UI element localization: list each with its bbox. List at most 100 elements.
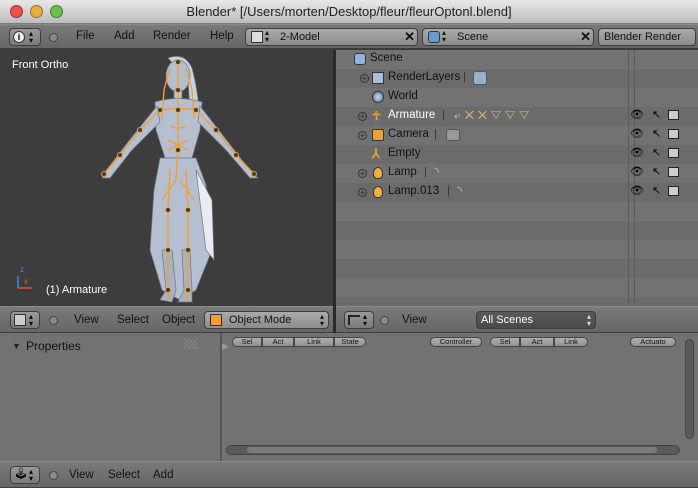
camera-data-icon[interactable] — [446, 129, 460, 141]
window-title-bar: Blender* [/Users/morten/Desktop/fleur/fl… — [0, 0, 698, 24]
axis-x-label: x — [24, 277, 28, 286]
lamp-data-icon[interactable]: ◝ — [457, 183, 462, 199]
collapse-menu-icon[interactable] — [49, 471, 58, 480]
sensor-sel-button[interactable]: Sel — [232, 337, 262, 347]
lamp-data-icon[interactable]: ◝ — [434, 164, 439, 180]
panel-title: Properties — [26, 339, 81, 353]
outliner-row-renderlayers[interactable]: + RenderLayers | — [336, 69, 698, 88]
menu-view[interactable]: View — [402, 309, 427, 331]
menu-object[interactable]: Object — [162, 309, 195, 331]
layout-grid-icon — [251, 31, 263, 43]
camera-render-icon[interactable] — [668, 110, 679, 120]
menu-select[interactable]: Select — [117, 309, 149, 331]
empty-icon: ⅄ — [372, 146, 380, 161]
eye-icon[interactable]: 👁 — [630, 108, 644, 121]
eye-icon[interactable]: 👁 — [630, 146, 644, 159]
outliner-label: Empty — [388, 147, 421, 159]
logic-header: 🕹 ▴ ▾ View Select Add — [0, 461, 698, 488]
outliner-row-armature[interactable]: + ☥ Armature | ⤶✕✕▽▽▽ 👁 ↖ — [336, 107, 698, 126]
eye-icon[interactable]: 👁 — [630, 165, 644, 178]
menu-help[interactable]: Help — [210, 25, 234, 47]
outliner-label: Armature — [388, 109, 436, 121]
axis-gizmo: z x — [17, 265, 32, 289]
controller-act-button[interactable]: Act — [520, 337, 554, 347]
chevron-updown-icon: ▴ ▾ — [29, 312, 34, 328]
render-layer-icon[interactable] — [473, 71, 487, 85]
collapse-menu-icon[interactable] — [49, 33, 58, 42]
collapse-menu-icon[interactable] — [49, 316, 58, 325]
outliner-row-lamp-013[interactable]: + Lamp.013 | ◝ 👁 ↖ — [336, 183, 698, 202]
chevron-updown-icon: ▴ ▾ — [363, 312, 368, 328]
sensor-act-button[interactable]: Act — [262, 337, 294, 347]
expand-icon[interactable]: + — [360, 74, 369, 83]
armature-figure[interactable]: z x — [0, 50, 333, 306]
3d-viewport[interactable]: Front Ortho z x (1) Armature — [0, 50, 333, 306]
screen-layout-field[interactable]: ▴ ▾ 2-Model ✕ — [245, 28, 418, 46]
renderlayers-icon — [372, 72, 384, 84]
menu-render[interactable]: Render — [153, 25, 191, 47]
outliner-row-lamp[interactable]: + Lamp | ◝ 👁 ↖ — [336, 164, 698, 183]
horizontal-scrollbar[interactable] — [226, 445, 680, 455]
world-icon — [372, 91, 384, 103]
outliner-label: Scene — [370, 52, 403, 64]
camera-render-icon[interactable] — [668, 148, 679, 158]
zoom-window-button[interactable] — [50, 5, 63, 18]
controller-select[interactable]: Controller — [430, 337, 482, 347]
sensor-link-button[interactable]: Link — [294, 337, 334, 347]
drag-handle-icon[interactable] — [184, 339, 198, 349]
close-icon[interactable]: ✕ — [404, 29, 415, 45]
close-icon[interactable]: ✕ — [580, 29, 591, 45]
eye-icon[interactable]: 👁 — [630, 184, 644, 197]
display-filter-select[interactable]: All Scenes ▴ ▾ — [476, 311, 596, 329]
expand-icon[interactable]: + — [358, 169, 367, 178]
window-title: Blender* [/Users/morten/Desktop/fleur/fl… — [186, 4, 512, 19]
cursor-icon[interactable]: ↖ — [652, 127, 661, 140]
render-engine-select[interactable]: Blender Render — [598, 28, 696, 46]
editor-type-button[interactable]: 🕹 ▴ ▾ — [10, 466, 40, 484]
expand-arrow-icon[interactable]: ▶ — [222, 341, 229, 352]
expand-icon[interactable]: + — [358, 131, 367, 140]
armature-children-icons[interactable]: ⤶✕✕▽▽▽ — [454, 108, 533, 123]
editor-type-button[interactable]: ▴ ▾ — [344, 311, 374, 329]
vertical-scrollbar[interactable] — [685, 339, 694, 439]
cursor-icon[interactable]: ↖ — [652, 108, 661, 121]
outliner-row-empty[interactable]: ⅄ Empty 👁 ↖ — [336, 145, 698, 164]
chevron-updown-icon: ▴ ▾ — [319, 312, 324, 328]
mode-select[interactable]: Object Mode ▴ ▾ — [204, 311, 329, 329]
eye-icon[interactable]: 👁 — [630, 127, 644, 140]
camera-render-icon[interactable] — [668, 186, 679, 196]
panel-collapse-icon[interactable]: ▼ — [12, 341, 21, 351]
outliner-row-camera[interactable]: + Camera | 👁 ↖ — [336, 126, 698, 145]
camera-render-icon[interactable] — [668, 167, 679, 177]
scrollbar-thumb[interactable] — [247, 447, 657, 453]
editor-type-button[interactable]: ▴ ▾ — [10, 311, 40, 329]
sensor-state-button[interactable]: State — [334, 337, 366, 347]
actuator-select[interactable]: Actuato — [630, 337, 676, 347]
menu-add[interactable]: Add — [114, 25, 134, 47]
menu-view[interactable]: View — [69, 464, 94, 486]
cursor-icon[interactable]: ↖ — [652, 165, 661, 178]
chevron-updown-icon: ▴ ▾ — [586, 312, 591, 328]
camera-render-icon[interactable] — [668, 129, 679, 139]
menu-add[interactable]: Add — [153, 464, 173, 486]
expand-icon[interactable]: + — [358, 188, 367, 197]
cursor-icon[interactable]: ↖ — [652, 184, 661, 197]
menu-file[interactable]: File — [76, 25, 95, 47]
minimize-window-button[interactable] — [30, 5, 43, 18]
chevron-updown-icon: ▴ ▾ — [265, 28, 270, 44]
expand-icon[interactable]: + — [358, 112, 367, 121]
menu-view[interactable]: View — [74, 309, 99, 331]
cursor-icon[interactable]: ↖ — [652, 146, 661, 159]
collapse-menu-icon[interactable] — [380, 316, 389, 325]
editor-type-button[interactable]: i ▴ ▾ — [9, 28, 41, 46]
outliner-row-world[interactable]: World — [336, 88, 698, 107]
outliner-row-scene[interactable]: Scene — [336, 50, 698, 69]
controller-link-button[interactable]: Link — [554, 337, 588, 347]
menu-select[interactable]: Select — [108, 464, 140, 486]
scene-field[interactable]: ▴ ▾ Scene ✕ — [422, 28, 594, 46]
logic-editor[interactable]: ▶ Sel Act Link State Controller Sel Act … — [222, 333, 698, 461]
outliner[interactable]: Scene + RenderLayers | World + ☥ Armatur… — [336, 50, 698, 306]
chevron-updown-icon: ▴ ▾ — [29, 29, 34, 45]
close-window-button[interactable] — [10, 5, 23, 18]
controller-sel-button[interactable]: Sel — [490, 337, 520, 347]
